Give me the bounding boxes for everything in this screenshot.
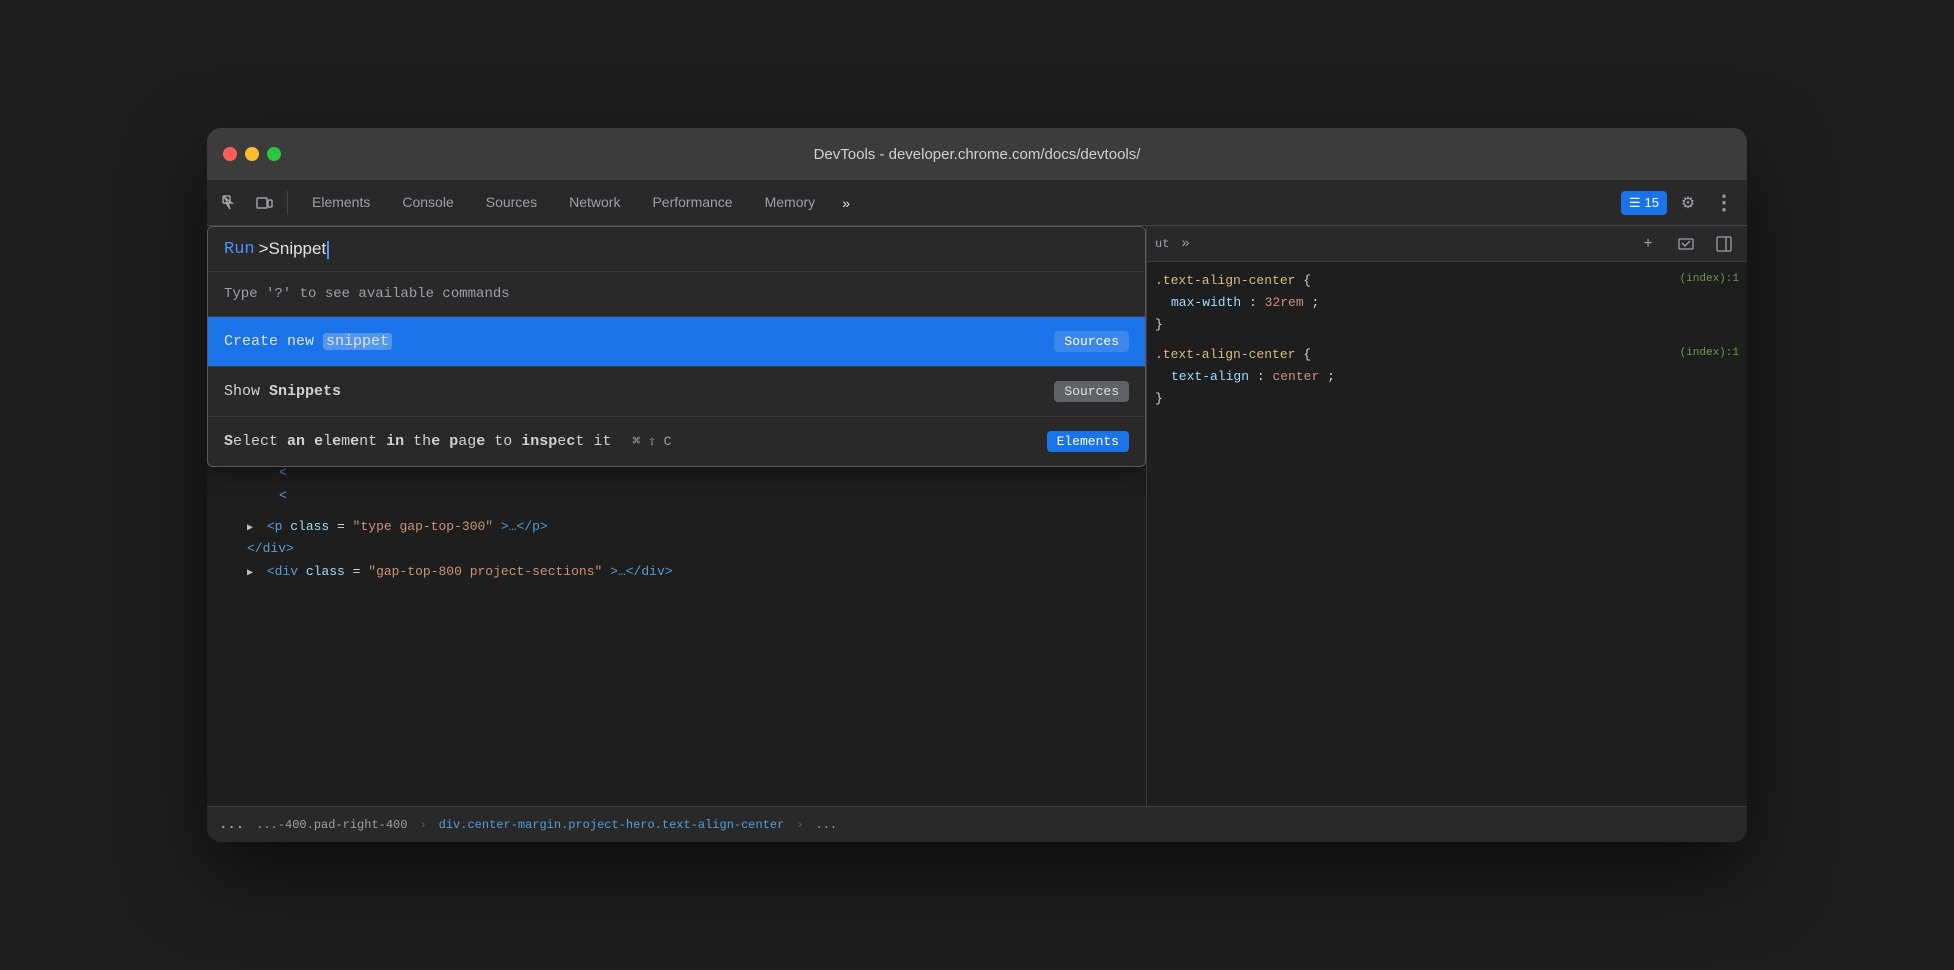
more-tabs-icon[interactable]: » xyxy=(831,188,861,218)
tab-console[interactable]: Console xyxy=(386,180,469,225)
issues-badge-button[interactable]: ☰ 15 xyxy=(1621,191,1667,215)
html-line: < xyxy=(207,485,1146,508)
elements-panel: ... score banne ▶ <div etwe... p-300 xyxy=(207,226,1147,806)
result-label: Create new snippet xyxy=(224,333,1054,350)
result-label: Select an element in the page to inspect… xyxy=(224,433,1047,450)
html-line: </div> xyxy=(207,538,1146,561)
styles-panel: ut » + xyxy=(1147,226,1747,806)
issues-icon: ☰ xyxy=(1629,195,1641,211)
command-result-select-element[interactable]: Select an element in the page to inspect… xyxy=(208,417,1145,466)
main-tabs: Elements Console Sources Network Perform… xyxy=(296,180,1617,225)
expand-icon[interactable]: ▶ xyxy=(247,521,259,537)
add-style-rule-icon[interactable]: + xyxy=(1633,229,1663,259)
css-block-2: .text-align-center { (index):1 text-alig… xyxy=(1155,344,1739,410)
styles-toolbar: ut » + xyxy=(1147,226,1747,262)
elements-badge[interactable]: Elements xyxy=(1047,431,1129,452)
toggle-sidebar-icon[interactable] xyxy=(1709,229,1739,259)
traffic-lights xyxy=(223,147,281,161)
customize-icon[interactable]: ⋮ xyxy=(1709,188,1739,218)
css-block: .text-align-center { (index):1 max-width… xyxy=(1155,270,1739,336)
css-source-2: (index):1 xyxy=(1680,344,1739,363)
tab-memory[interactable]: Memory xyxy=(749,180,832,225)
html-line: ▶ <p class = "type gap-top-300" >…</p> xyxy=(207,516,1146,539)
command-palette: Run >Snippet Type '?' to see available c… xyxy=(207,226,1146,467)
command-hint: Type '?' to see available commands xyxy=(208,272,1145,317)
command-input[interactable]: >Snippet xyxy=(259,239,330,259)
command-result-create-snippet[interactable]: Create new snippet Sources xyxy=(208,317,1145,367)
dots-menu-button[interactable]: ... xyxy=(219,817,244,833)
sources-badge-1[interactable]: Sources xyxy=(1054,331,1129,352)
run-label: Run xyxy=(224,240,255,259)
inspect-element-icon[interactable] xyxy=(215,188,245,218)
tab-elements[interactable]: Elements xyxy=(296,180,386,225)
main-content: ... score banne ▶ <div etwe... p-300 xyxy=(207,226,1747,806)
result-label: Show Snippets xyxy=(224,383,1054,400)
shortcut: ⌘ ⇧ C xyxy=(632,434,671,449)
maximize-button[interactable] xyxy=(267,147,281,161)
settings-icon[interactable]: ⚙ xyxy=(1673,188,1703,218)
command-result-show-snippets[interactable]: Show Snippets Sources xyxy=(208,367,1145,417)
command-input-row[interactable]: Run >Snippet xyxy=(208,227,1145,272)
breadcrumb-item-3[interactable]: ... xyxy=(816,818,838,832)
html-line: ▶ <div class = "gap-top-800 project-sect… xyxy=(207,561,1146,584)
expand-icon[interactable]: ▶ xyxy=(247,566,259,582)
output-label: ut xyxy=(1155,237,1169,251)
breadcrumb-item-1[interactable]: ...-400.pad-right-400 xyxy=(256,818,407,832)
devtools-window: DevTools - developer.chrome.com/docs/dev… xyxy=(207,128,1747,842)
css-styles: .text-align-center { (index):1 max-width… xyxy=(1147,262,1747,419)
bottom-bar: ... ...-400.pad-right-400 › div.center-m… xyxy=(207,806,1747,842)
tab-sources[interactable]: Sources xyxy=(470,180,553,225)
device-toolbar-icon[interactable] xyxy=(249,188,279,218)
devtools-toolbar: Elements Console Sources Network Perform… xyxy=(207,180,1747,226)
sources-badge-2[interactable]: Sources xyxy=(1054,381,1129,402)
minimize-button[interactable] xyxy=(245,147,259,161)
window-title: DevTools - developer.chrome.com/docs/dev… xyxy=(814,146,1141,163)
css-source: (index):1 xyxy=(1680,270,1739,289)
new-style-rule-icon[interactable] xyxy=(1671,229,1701,259)
tab-network[interactable]: Network xyxy=(553,180,636,225)
toolbar-right: ☰ 15 ⚙ ⋮ xyxy=(1621,188,1739,218)
title-bar: DevTools - developer.chrome.com/docs/dev… xyxy=(207,128,1747,180)
tab-performance[interactable]: Performance xyxy=(636,180,748,225)
more-icon: » xyxy=(1181,236,1189,252)
text-cursor xyxy=(327,241,329,259)
toolbar-separator-1 xyxy=(287,191,288,215)
close-button[interactable] xyxy=(223,147,237,161)
breadcrumb-item-2[interactable]: div.center-margin.project-hero.text-alig… xyxy=(439,818,785,832)
